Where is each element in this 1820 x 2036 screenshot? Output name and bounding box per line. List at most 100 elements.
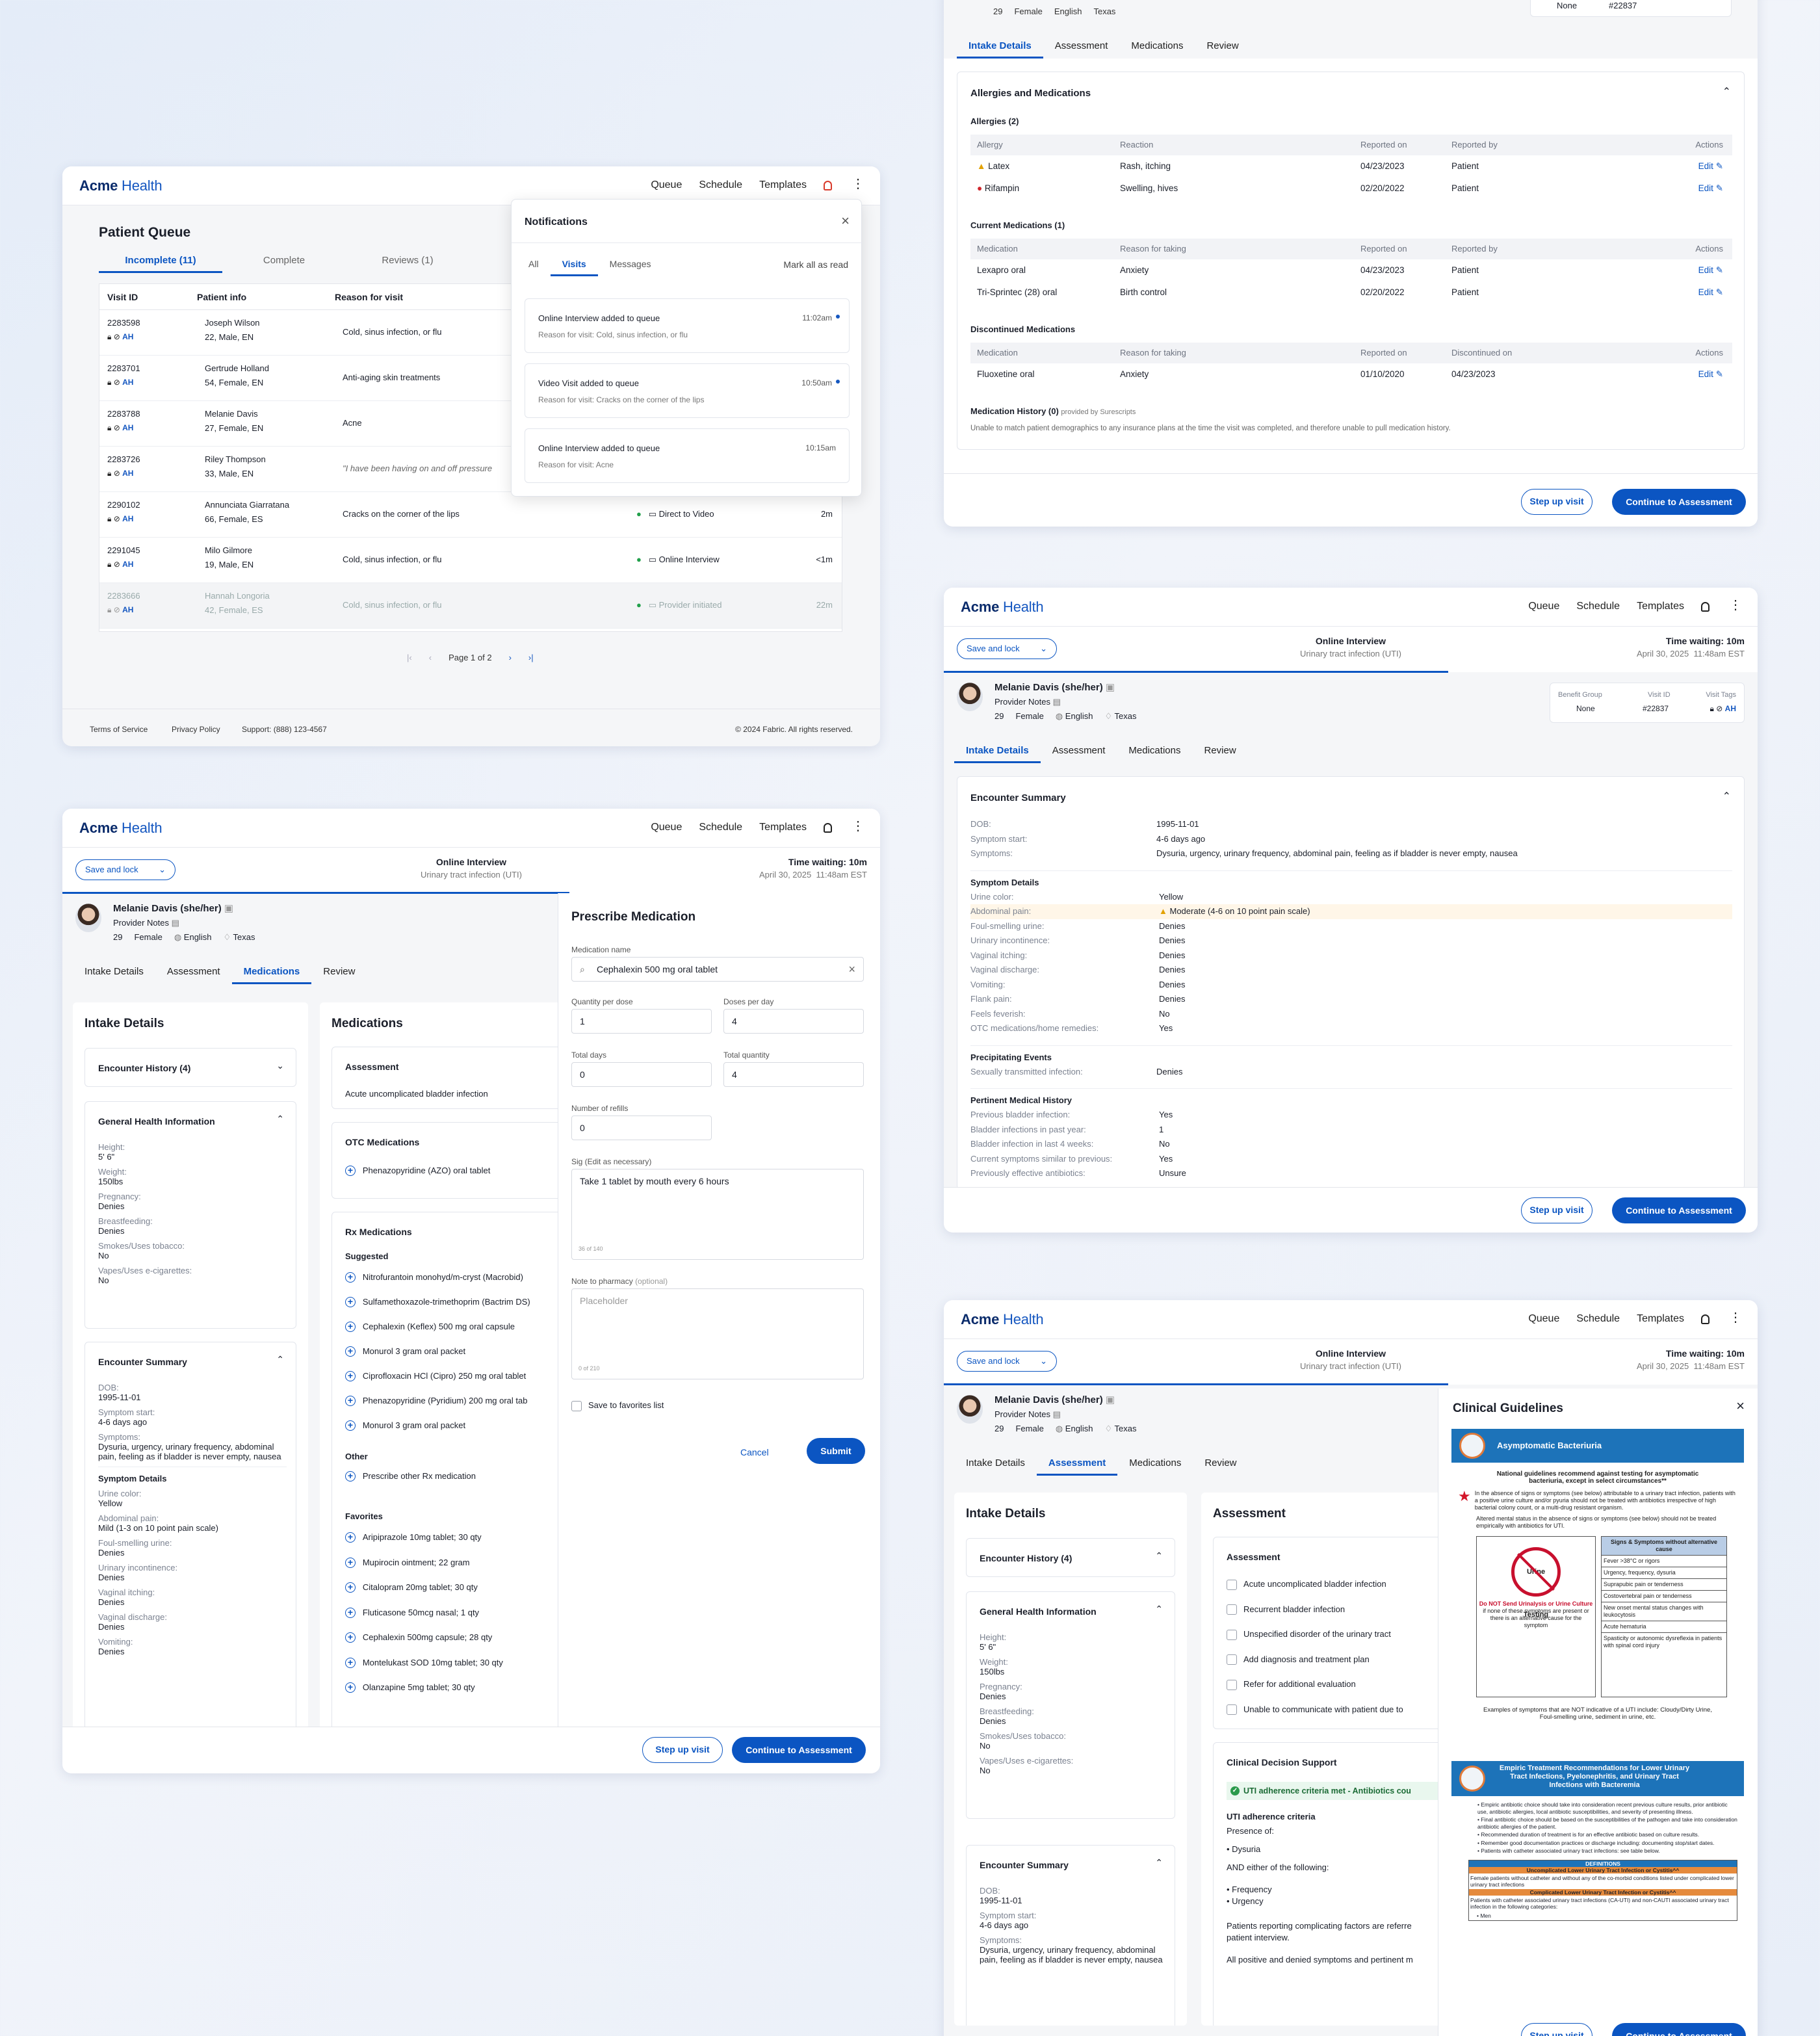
tab-complete[interactable]: Complete xyxy=(222,251,346,273)
tab-intake[interactable]: Intake Details xyxy=(954,741,1041,763)
brand-logo[interactable]: Acme Health xyxy=(961,1311,1044,1328)
nav-schedule[interactable]: Schedule xyxy=(699,179,742,191)
save-favorites-checkbox[interactable]: Save to favorites list xyxy=(571,1400,664,1411)
cancel-button[interactable]: Cancel xyxy=(740,1447,769,1457)
add-medication-item[interactable]: + Monurol 3 gram oral packet xyxy=(345,1420,530,1445)
brand-logo[interactable]: Acme Health xyxy=(79,177,162,194)
brand-logo[interactable]: Acme Health xyxy=(79,820,162,837)
pharmacy-note-textarea[interactable]: Placeholder 0 of 210 xyxy=(571,1288,864,1379)
add-medication-item[interactable]: + Cephalexin (Keflex) 500 mg oral capsul… xyxy=(345,1322,530,1346)
add-medication-item[interactable]: + Phenazopyridine (Pyridium) 200 mg oral… xyxy=(345,1396,530,1420)
sig-textarea[interactable]: Take 1 tablet by mouth every 6 hours 36 … xyxy=(571,1169,864,1260)
notif-tab-messages[interactable]: Messages xyxy=(598,254,663,276)
assessment-option[interactable]: Acute uncomplicated bladder infection xyxy=(1227,1579,1403,1604)
table-row[interactable]: 2290102 🔒︎ ⊘ AH Annunciata Giarratana 66… xyxy=(99,492,842,538)
medication-name-input[interactable]: ⌕ Cephalexin 500 mg oral tablet × xyxy=(571,957,864,982)
assessment-option[interactable]: Unable to communicate with patient due t… xyxy=(1227,1704,1403,1730)
total-quantity-input[interactable]: 4 xyxy=(723,1062,864,1087)
add-medication-item[interactable]: + Nitrofurantoin monohyd/m-cryst (Macrob… xyxy=(345,1272,530,1297)
tab-medications[interactable]: Medications xyxy=(1117,1454,1193,1476)
bell-icon[interactable] xyxy=(1701,1314,1710,1324)
edit-link[interactable]: Edit ✎ xyxy=(1685,281,1732,304)
refills-input[interactable]: 0 xyxy=(571,1116,712,1140)
chevron-up-icon[interactable]: ⌃ xyxy=(1155,1857,1163,1868)
collapse-icon[interactable]: ⌃ xyxy=(1722,790,1731,803)
step-up-button[interactable]: Step up visit xyxy=(642,1737,723,1763)
tab-assessment[interactable]: Assessment xyxy=(1043,36,1120,59)
tab-reviews[interactable]: Reviews (1) xyxy=(346,251,469,273)
more-menu-icon[interactable] xyxy=(849,178,864,191)
add-medication-item[interactable]: + Citalopram 20mg tablet; 30 qty xyxy=(345,1582,503,1608)
nav-templates[interactable]: Templates xyxy=(1637,601,1684,612)
notification-item[interactable]: Online Interview added to queue 11:02am … xyxy=(525,298,850,353)
submit-button[interactable]: Submit xyxy=(807,1438,865,1464)
assessment-option[interactable]: Recurrent bladder infection xyxy=(1227,1604,1403,1630)
footer-tos[interactable]: Terms of Service xyxy=(90,725,148,734)
edit-link[interactable]: Edit ✎ xyxy=(1685,177,1732,200)
provider-notes-link[interactable]: Provider Notes ▤ xyxy=(994,1409,1061,1420)
nav-templates[interactable]: Templates xyxy=(759,822,807,833)
add-medication-item[interactable]: + Montelukast SOD 10mg tablet; 30 qty xyxy=(345,1657,503,1683)
doses-per-day-input[interactable]: 4 xyxy=(723,1009,864,1034)
tab-review[interactable]: Review xyxy=(311,962,367,984)
next-page-icon[interactable]: › xyxy=(509,653,512,662)
more-menu-icon[interactable] xyxy=(1726,599,1742,612)
add-medication-item[interactable]: + Mupirocin ointment; 22 gram xyxy=(345,1557,503,1583)
table-row[interactable]: 2291045 🔒︎ ⊘ AH Milo Gilmore 19, Male, E… xyxy=(99,538,842,583)
bell-icon[interactable] xyxy=(1701,601,1710,612)
edit-link[interactable]: Edit ✎ xyxy=(1685,363,1732,385)
encounter-history[interactable]: Encounter History (4) ⌃ xyxy=(966,1538,1175,1577)
tab-intake[interactable]: Intake Details xyxy=(73,962,155,984)
encounter-history[interactable]: Encounter History (4) ⌄ xyxy=(84,1048,296,1087)
assessment-option[interactable]: Refer for additional evaluation xyxy=(1227,1679,1403,1704)
tab-intake[interactable]: Intake Details xyxy=(954,1454,1037,1476)
first-page-icon[interactable]: |‹ xyxy=(407,653,412,662)
notif-tab-all[interactable]: All xyxy=(517,254,551,276)
add-medication-item[interactable]: + Monurol 3 gram oral packet xyxy=(345,1346,530,1371)
tab-assessment[interactable]: Assessment xyxy=(155,962,232,984)
more-menu-icon[interactable] xyxy=(1726,1312,1742,1325)
bell-icon[interactable] xyxy=(824,822,832,833)
total-days-input[interactable]: 0 xyxy=(571,1062,712,1087)
nav-schedule[interactable]: Schedule xyxy=(1576,1313,1620,1325)
provider-notes-link[interactable]: Provider Notes ▤ xyxy=(113,918,179,928)
add-medication-item[interactable]: + Sulfamethoxazole-trimethoprim (Bactrim… xyxy=(345,1297,530,1322)
nav-queue[interactable]: Queue xyxy=(651,179,682,191)
notification-item[interactable]: Video Visit added to queue 10:50am Reaso… xyxy=(525,363,850,418)
tab-assessment[interactable]: Assessment xyxy=(1036,1454,1118,1476)
assessment-option[interactable]: Add diagnosis and treatment plan xyxy=(1227,1654,1403,1680)
add-medication-item[interactable]: + Olanzapine 5mg tablet; 30 qty xyxy=(345,1682,503,1708)
add-medication-item[interactable]: + Aripiprazole 10mg tablet; 30 qty xyxy=(345,1532,503,1558)
more-menu-icon[interactable] xyxy=(849,820,864,833)
brand-logo[interactable]: Acme Health xyxy=(961,599,1044,616)
notif-tab-visits[interactable]: Visits xyxy=(550,254,598,276)
continue-button[interactable]: Continue to Assessment xyxy=(1612,489,1746,515)
bell-icon[interactable] xyxy=(824,180,832,190)
tab-review[interactable]: Review xyxy=(1195,36,1250,59)
edit-link[interactable]: Edit ✎ xyxy=(1685,259,1732,281)
tab-review[interactable]: Review xyxy=(1192,741,1247,763)
tab-incomplete[interactable]: Incomplete (11) xyxy=(99,251,222,273)
nav-templates[interactable]: Templates xyxy=(1637,1313,1684,1325)
prescribe-other-item[interactable]: + Prescribe other Rx medication xyxy=(345,1471,476,1481)
last-page-icon[interactable]: ›| xyxy=(528,653,534,662)
chevron-up-icon[interactable]: ⌃ xyxy=(276,1354,284,1365)
add-medication-item[interactable]: + Ciprofloxacin HCl (Cipro) 250 mg oral … xyxy=(345,1371,530,1396)
chevron-up-icon[interactable]: ⌃ xyxy=(1155,1604,1163,1615)
nav-queue[interactable]: Queue xyxy=(1528,1313,1559,1325)
nav-queue[interactable]: Queue xyxy=(651,822,682,833)
nav-templates[interactable]: Templates xyxy=(759,179,807,191)
edit-link[interactable]: Edit ✎ xyxy=(1685,155,1732,177)
tab-intake[interactable]: Intake Details xyxy=(957,36,1043,59)
step-up-button[interactable]: Step up visit xyxy=(1521,2023,1592,2036)
nav-schedule[interactable]: Schedule xyxy=(699,822,742,833)
continue-button[interactable]: Continue to Assessment xyxy=(1612,1197,1746,1223)
tab-medications[interactable]: Medications xyxy=(231,962,312,984)
tab-review[interactable]: Review xyxy=(1193,1454,1248,1476)
continue-button[interactable]: Continue to Assessment xyxy=(1612,2023,1746,2036)
notification-item[interactable]: Online Interview added to queue 10:15am … xyxy=(525,428,850,483)
provider-notes-link[interactable]: Provider Notes ▤ xyxy=(994,697,1061,707)
mark-all-read[interactable]: Mark all as read xyxy=(783,259,848,270)
assessment-option[interactable]: Unspecified disorder of the urinary trac… xyxy=(1227,1629,1403,1654)
add-medication-item[interactable]: + Phenazopyridine (AZO) oral tablet xyxy=(345,1166,490,1185)
